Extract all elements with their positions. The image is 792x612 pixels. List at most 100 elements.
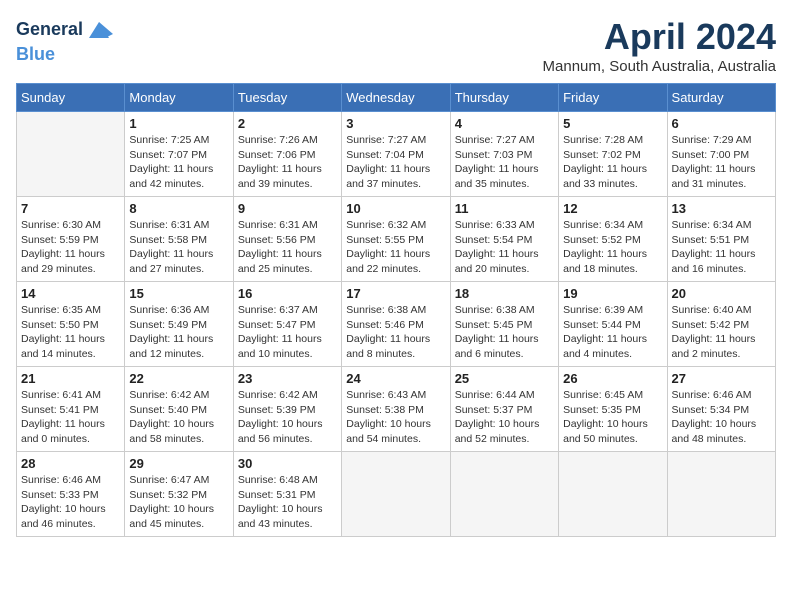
title-area: April 2024 Mannum, South Australia, Aust…: [543, 16, 776, 75]
calendar-cell: 23Sunrise: 6:42 AMSunset: 5:39 PMDayligh…: [233, 367, 341, 452]
day-info: Sunrise: 6:37 AMSunset: 5:47 PMDaylight:…: [238, 303, 337, 362]
day-number: 17: [346, 286, 445, 301]
calendar-cell: 5 Sunrise: 7:28 AMSunset: 7:02 PMDaylight…: [559, 112, 667, 197]
calendar-cell: 2 Sunrise: 7:26 AMSunset: 7:06 PMDaylight…: [233, 112, 341, 197]
calendar-cell: 7 Sunrise: 6:30 AMSunset: 5:59 PMDaylight…: [17, 197, 125, 282]
day-header-sunday: Sunday: [17, 84, 125, 112]
day-info: Sunrise: 6:39 AMSunset: 5:44 PMDaylight:…: [563, 303, 662, 362]
calendar-cell: 12 Sunrise: 6:34 AMSunset: 5:52 PMDayligh…: [559, 197, 667, 282]
day-info: Sunrise: 7:25 AMSunset: 7:07 PMDaylight:…: [129, 133, 228, 192]
calendar-cell: 16 Sunrise: 6:37 AMSunset: 5:47 PMDayligh…: [233, 282, 341, 367]
day-info: Sunrise: 6:40 AMSunset: 5:42 PMDaylight:…: [672, 303, 771, 362]
day-info: Sunrise: 7:27 AMSunset: 7:03 PMDaylight:…: [455, 133, 554, 192]
calendar-cell: 6Sunrise: 7:29 AMSunset: 7:00 PMDaylight…: [667, 112, 775, 197]
logo: GeneralBlue: [16, 16, 113, 66]
day-info: Sunrise: 7:27 AMSunset: 7:04 PMDaylight:…: [346, 133, 445, 192]
calendar-cell: [17, 112, 125, 197]
week-row-2: 7 Sunrise: 6:30 AMSunset: 5:59 PMDaylight…: [17, 197, 776, 282]
day-number: 20: [672, 286, 771, 301]
day-number: 19: [563, 286, 662, 301]
day-number: 3: [346, 116, 445, 131]
day-number: 21: [21, 371, 120, 386]
day-info: Sunrise: 6:36 AMSunset: 5:49 PMDaylight:…: [129, 303, 228, 362]
day-header-saturday: Saturday: [667, 84, 775, 112]
calendar-cell: [667, 452, 775, 537]
day-number: 27: [672, 371, 771, 386]
month-title: April 2024: [543, 16, 776, 58]
day-info: Sunrise: 6:35 AMSunset: 5:50 PMDaylight:…: [21, 303, 120, 362]
calendar-cell: 13Sunrise: 6:34 AMSunset: 5:51 PMDayligh…: [667, 197, 775, 282]
calendar-cell: 15 Sunrise: 6:36 AMSunset: 5:49 PMDayligh…: [125, 282, 233, 367]
day-number: 11: [455, 201, 554, 216]
day-number: 2: [238, 116, 337, 131]
calendar-cell: 18 Sunrise: 6:38 AMSunset: 5:45 PMDayligh…: [450, 282, 558, 367]
week-row-1: 1 Sunrise: 7:25 AMSunset: 7:07 PMDaylight…: [17, 112, 776, 197]
day-info: Sunrise: 7:28 AMSunset: 7:02 PMDaylight:…: [563, 133, 662, 192]
location-subtitle: Mannum, South Australia, Australia: [543, 58, 776, 75]
calendar-cell: 11 Sunrise: 6:33 AMSunset: 5:54 PMDayligh…: [450, 197, 558, 282]
day-number: 18: [455, 286, 554, 301]
day-info: Sunrise: 6:33 AMSunset: 5:54 PMDaylight:…: [455, 218, 554, 277]
day-info: Sunrise: 6:31 AMSunset: 5:56 PMDaylight:…: [238, 218, 337, 277]
day-number: 5: [563, 116, 662, 131]
day-number: 1: [129, 116, 228, 131]
calendar-cell: 9 Sunrise: 6:31 AMSunset: 5:56 PMDaylight…: [233, 197, 341, 282]
day-info: Sunrise: 6:38 AMSunset: 5:45 PMDaylight:…: [455, 303, 554, 362]
day-info: Sunrise: 6:34 AMSunset: 5:52 PMDaylight:…: [563, 218, 662, 277]
day-number: 25: [455, 371, 554, 386]
calendar-cell: 24 Sunrise: 6:43 AMSunset: 5:38 PMDayligh…: [342, 367, 450, 452]
day-number: 9: [238, 201, 337, 216]
day-number: 8: [129, 201, 228, 216]
calendar-cell: [450, 452, 558, 537]
day-number: 7: [21, 201, 120, 216]
day-info: Sunrise: 6:31 AMSunset: 5:58 PMDaylight:…: [129, 218, 228, 277]
day-number: 24: [346, 371, 445, 386]
calendar-cell: 30Sunrise: 6:48 AMSunset: 5:31 PMDayligh…: [233, 452, 341, 537]
day-number: 16: [238, 286, 337, 301]
calendar-cell: 20 Sunrise: 6:40 AMSunset: 5:42 PMDayligh…: [667, 282, 775, 367]
calendar-cell: [342, 452, 450, 537]
logo-text: GeneralBlue: [16, 16, 113, 66]
day-number: 12: [563, 201, 662, 216]
calendar-table: SundayMondayTuesdayWednesdayThursdayFrid…: [16, 83, 776, 537]
day-header-thursday: Thursday: [450, 84, 558, 112]
day-info: Sunrise: 6:46 AMSunset: 5:34 PMDaylight:…: [672, 388, 771, 447]
calendar-cell: 10 Sunrise: 6:32 AMSunset: 5:55 PMDayligh…: [342, 197, 450, 282]
day-info: Sunrise: 6:41 AMSunset: 5:41 PMDaylight:…: [21, 388, 120, 447]
day-header-friday: Friday: [559, 84, 667, 112]
day-number: 30: [238, 456, 337, 471]
day-number: 26: [563, 371, 662, 386]
calendar-cell: 1 Sunrise: 7:25 AMSunset: 7:07 PMDaylight…: [125, 112, 233, 197]
day-info: Sunrise: 6:32 AMSunset: 5:55 PMDaylight:…: [346, 218, 445, 277]
day-header-monday: Monday: [125, 84, 233, 112]
day-info: Sunrise: 6:45 AMSunset: 5:35 PMDaylight:…: [563, 388, 662, 447]
calendar-cell: 29Sunrise: 6:47 AMSunset: 5:32 PMDayligh…: [125, 452, 233, 537]
calendar-cell: 22Sunrise: 6:42 AMSunset: 5:40 PMDayligh…: [125, 367, 233, 452]
days-header-row: SundayMondayTuesdayWednesdayThursdayFrid…: [17, 84, 776, 112]
calendar-cell: [559, 452, 667, 537]
calendar-cell: 17 Sunrise: 6:38 AMSunset: 5:46 PMDayligh…: [342, 282, 450, 367]
day-number: 29: [129, 456, 228, 471]
calendar-cell: 19 Sunrise: 6:39 AMSunset: 5:44 PMDayligh…: [559, 282, 667, 367]
day-info: Sunrise: 6:42 AMSunset: 5:39 PMDaylight:…: [238, 388, 337, 447]
week-row-4: 21 Sunrise: 6:41 AMSunset: 5:41 PMDayligh…: [17, 367, 776, 452]
page-header: GeneralBlue April 2024 Mannum, South Aus…: [16, 16, 776, 75]
day-number: 10: [346, 201, 445, 216]
day-info: Sunrise: 6:38 AMSunset: 5:46 PMDaylight:…: [346, 303, 445, 362]
day-info: Sunrise: 6:43 AMSunset: 5:38 PMDaylight:…: [346, 388, 445, 447]
calendar-cell: 3 Sunrise: 7:27 AMSunset: 7:04 PMDaylight…: [342, 112, 450, 197]
calendar-body: 1 Sunrise: 7:25 AMSunset: 7:07 PMDaylight…: [17, 112, 776, 537]
week-row-3: 14Sunrise: 6:35 AMSunset: 5:50 PMDayligh…: [17, 282, 776, 367]
day-number: 13: [672, 201, 771, 216]
day-number: 15: [129, 286, 228, 301]
day-info: Sunrise: 6:42 AMSunset: 5:40 PMDaylight:…: [129, 388, 228, 447]
day-number: 6: [672, 116, 771, 131]
calendar-cell: 28Sunrise: 6:46 AMSunset: 5:33 PMDayligh…: [17, 452, 125, 537]
calendar-cell: 8 Sunrise: 6:31 AMSunset: 5:58 PMDaylight…: [125, 197, 233, 282]
day-info: Sunrise: 7:26 AMSunset: 7:06 PMDaylight:…: [238, 133, 337, 192]
day-number: 28: [21, 456, 120, 471]
week-row-5: 28Sunrise: 6:46 AMSunset: 5:33 PMDayligh…: [17, 452, 776, 537]
day-info: Sunrise: 6:30 AMSunset: 5:59 PMDaylight:…: [21, 218, 120, 277]
calendar-cell: 26 Sunrise: 6:45 AMSunset: 5:35 PMDayligh…: [559, 367, 667, 452]
day-header-tuesday: Tuesday: [233, 84, 341, 112]
